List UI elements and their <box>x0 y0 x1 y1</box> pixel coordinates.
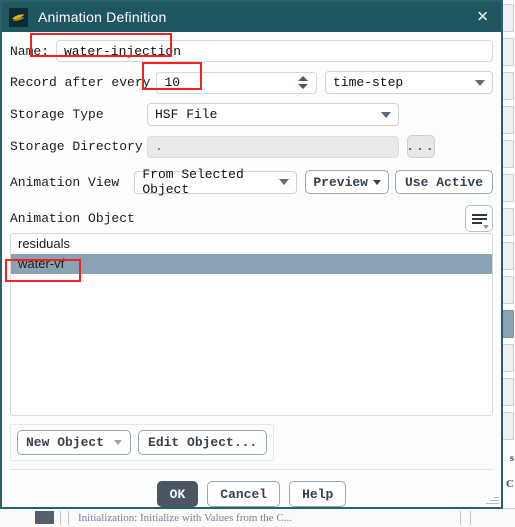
record-interval-spinner[interactable]: 10 <box>156 71 317 94</box>
menu-line <box>471 221 482 224</box>
storage-directory-input[interactable]: . <box>147 135 399 158</box>
background-status-divider <box>470 511 471 525</box>
animation-object-header: Animation Object <box>10 203 493 233</box>
animation-object-section: Animation Object residuals water-vf <box>2 203 501 416</box>
background-status-text: Initialization: Initialize with Values f… <box>78 512 292 524</box>
browse-directory-button[interactable]: ... <box>406 135 435 158</box>
spinner-up-icon[interactable] <box>297 76 308 81</box>
animation-view-value: From Selected Object <box>142 167 244 197</box>
background-text-fragment-1: s <box>509 452 514 464</box>
record-interval-value: 10 <box>164 75 181 90</box>
chevron-down-icon <box>279 179 290 185</box>
spinner-down-icon[interactable] <box>297 84 308 89</box>
record-interval-row: Record after every 10 time-step <box>10 71 493 94</box>
background-status-marker <box>35 511 54 524</box>
menu-line <box>471 213 487 216</box>
chevron-down-icon <box>475 79 485 86</box>
name-input[interactable]: water-injection <box>56 40 493 62</box>
use-active-button[interactable]: Use Active <box>394 170 493 194</box>
storage-directory-row: Storage Directory . ... <box>10 135 493 158</box>
storage-type-value: HSF File <box>155 107 218 122</box>
list-item[interactable]: residuals <box>11 234 492 254</box>
help-button[interactable]: Help <box>289 481 347 507</box>
name-label: Name: <box>10 43 50 59</box>
storage-type-label: Storage Type <box>10 107 104 122</box>
animation-view-label: Animation View <box>10 174 120 190</box>
cancel-button[interactable]: Cancel <box>207 481 281 507</box>
dialog-title: Animation Definition <box>38 9 167 25</box>
background-status-divider <box>60 511 61 525</box>
record-unit-select[interactable]: time-step <box>325 71 493 94</box>
preview-button[interactable]: Preview <box>305 170 389 194</box>
background-status-divider <box>460 511 461 525</box>
new-object-button[interactable]: New Object <box>17 430 132 455</box>
animation-object-list[interactable]: residuals water-vf <box>10 233 493 416</box>
close-icon[interactable]: ✕ <box>476 10 489 25</box>
name-row: Name: water-injection <box>10 40 493 62</box>
storage-directory-label: Storage Directory <box>10 139 143 154</box>
dialog-titlebar[interactable]: Animation Definition ✕ <box>2 2 501 32</box>
dialog-body: Name: water-injection Record after every… <box>2 32 501 507</box>
object-actions-toolbar: New Object Edit Object... <box>10 424 275 461</box>
record-after-every-label: Record after every <box>10 75 151 90</box>
animation-definition-dialog: Animation Definition ✕ Name: water-injec… <box>0 0 503 509</box>
background-text-fragment-2: C <box>506 478 514 490</box>
settings-form: Name: water-injection Record after every… <box>2 32 501 203</box>
dialog-footer: OK Cancel Help <box>2 470 501 507</box>
chevron-down-icon <box>483 224 489 229</box>
fluent-app-icon <box>9 7 28 27</box>
screen-root: s C m Initialization: Initialize with Va… <box>0 0 515 527</box>
storage-type-select[interactable]: HSF File <box>147 103 399 126</box>
animation-view-row: Animation View From Selected Object Prev… <box>10 167 493 197</box>
menu-line <box>471 217 487 220</box>
background-status-divider <box>68 511 69 525</box>
list-item-selected[interactable]: water-vf <box>11 254 492 274</box>
animation-view-select[interactable]: From Selected Object <box>134 167 298 197</box>
background-status-bar: Initialization: Initialize with Values f… <box>0 508 515 527</box>
animation-object-label: Animation Object <box>10 210 135 226</box>
storage-type-row: Storage Type HSF File <box>10 103 493 126</box>
ok-button[interactable]: OK <box>156 481 199 507</box>
record-unit-value: time-step <box>333 75 404 90</box>
list-menu-icon[interactable] <box>465 204 493 232</box>
chevron-down-icon <box>381 111 391 118</box>
spinner-arrows-icon[interactable] <box>296 76 309 89</box>
edit-object-button[interactable]: Edit Object... <box>138 430 268 455</box>
